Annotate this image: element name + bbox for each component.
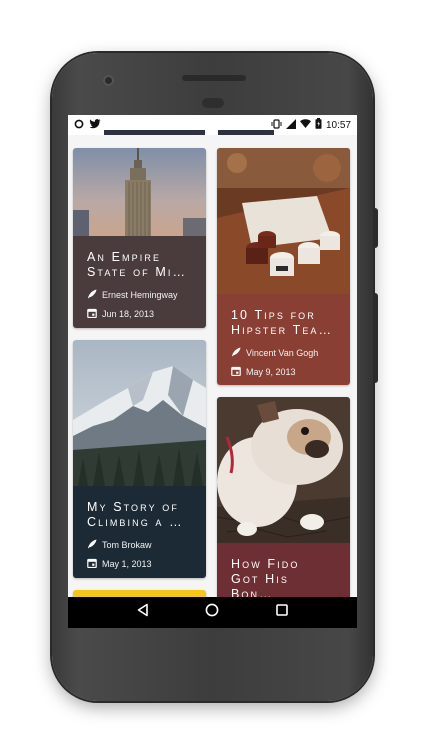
power-button <box>373 208 378 248</box>
home-circle-icon <box>205 603 219 622</box>
title-line: Hipster Tea… <box>231 323 334 337</box>
title-line: Climbing a … <box>87 515 184 529</box>
publish-date: Jun 18, 2013 <box>102 309 155 319</box>
title-line: An Empire <box>87 250 162 264</box>
date-row: May 1, 2013 <box>87 558 192 570</box>
author-name: Ernest Hemingway <box>102 290 178 300</box>
article-card-fido[interactable]: How Fido Got His Bon… <box>217 397 350 628</box>
author-name: Vincent Van Gogh <box>246 348 319 358</box>
article-image-mountain <box>73 340 206 486</box>
calendar-icon <box>231 366 241 378</box>
battery-icon <box>315 118 322 132</box>
app-screen: 10:57 An Empire State of Mi… Ernest Hemi… <box>68 115 357 628</box>
earpiece-speaker <box>182 75 246 81</box>
article-card-body: My Story of Climbing a … Tom Brokaw May … <box>73 486 206 578</box>
home-button[interactable] <box>200 601 224 625</box>
author-row: Ernest Hemingway <box>87 289 192 301</box>
back-triangle-icon <box>136 603 150 622</box>
signal-icon <box>285 118 296 132</box>
publish-date: May 1, 2013 <box>102 559 152 569</box>
article-image-tea-cups <box>217 148 350 294</box>
wifi-icon <box>299 119 311 131</box>
back-button[interactable] <box>131 601 155 625</box>
app-toolbar-edge <box>104 130 205 135</box>
title-line: State of Mi… <box>87 265 188 279</box>
camera-ring-icon <box>74 119 84 132</box>
calendar-icon <box>87 308 97 320</box>
status-time: 10:57 <box>325 119 351 131</box>
recents-button[interactable] <box>270 601 294 625</box>
quill-pen-icon <box>87 289 97 301</box>
article-card-empire[interactable]: An Empire State of Mi… Ernest Hemingway … <box>73 148 206 328</box>
author-name: Tom Brokaw <box>102 540 152 550</box>
title-line: My Story of <box>87 500 179 514</box>
title-line: How Fido <box>231 557 300 571</box>
twitter-bird-icon <box>89 118 101 132</box>
quill-pen-icon <box>87 539 97 551</box>
article-card-climbing[interactable]: My Story of Climbing a … Tom Brokaw May … <box>73 340 206 578</box>
author-row: Tom Brokaw <box>87 539 192 551</box>
author-row: Vincent Van Gogh <box>231 347 336 359</box>
article-title: 10 Tips for Hipster Tea… <box>231 308 336 338</box>
calendar-icon <box>87 558 97 570</box>
front-camera <box>103 75 114 86</box>
article-title: An Empire State of Mi… <box>87 250 192 280</box>
article-image-bulldog <box>217 397 350 543</box>
status-bar: 10:57 <box>68 115 357 135</box>
date-row: May 9, 2013 <box>231 366 336 378</box>
quill-pen-icon <box>231 347 241 359</box>
volume-button <box>373 293 378 383</box>
date-row: Jun 18, 2013 <box>87 308 192 320</box>
proximity-sensor <box>202 98 224 108</box>
app-toolbar-edge <box>218 130 274 135</box>
article-card-body: An Empire State of Mi… Ernest Hemingway … <box>73 236 206 328</box>
article-image-empire-state <box>73 148 206 236</box>
recents-square-icon <box>275 603 289 622</box>
article-title: My Story of Climbing a … <box>87 500 192 530</box>
title-line: 10 Tips for <box>231 308 316 322</box>
article-card-body: 10 Tips for Hipster Tea… Vincent Van Gog… <box>217 294 350 385</box>
article-title: How Fido Got His Bon… <box>231 557 336 602</box>
system-nav-bar <box>68 597 357 628</box>
publish-date: May 9, 2013 <box>246 367 296 377</box>
article-card-hipster[interactable]: 10 Tips for Hipster Tea… Vincent Van Gog… <box>217 148 350 385</box>
